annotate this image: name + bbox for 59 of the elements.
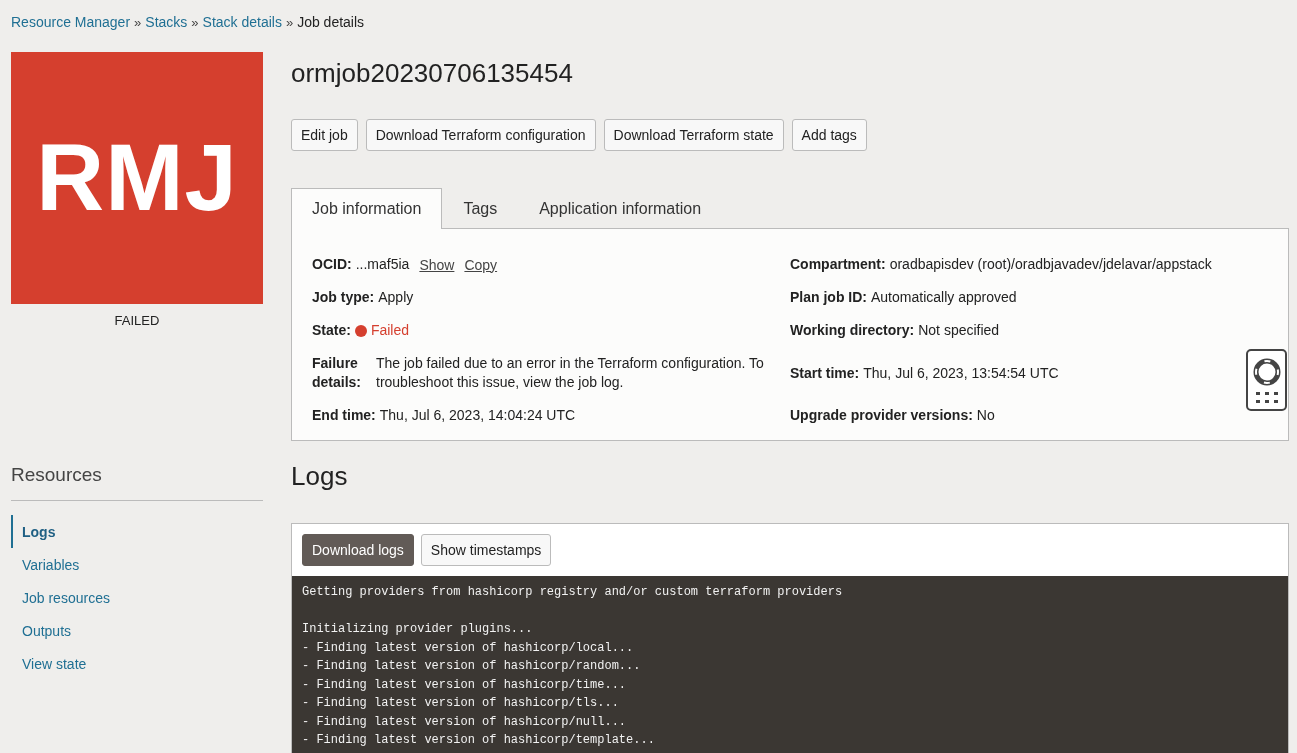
tab[interactable]: Job information: [291, 188, 443, 229]
field-value: Automatically approved: [871, 288, 1017, 307]
field-label: Job type:: [312, 288, 375, 307]
field-value: ...maf5ia: [355, 255, 410, 274]
breadcrumb-separator: »: [285, 14, 294, 30]
action-button[interactable]: Add tags: [791, 119, 867, 151]
tab[interactable]: Tags: [442, 188, 519, 229]
field-value: oradbapisdev (root)/oradbjavadev/jdelavar/appstack: [889, 255, 1212, 274]
breadcrumb-link[interactable]: Resource Manager: [11, 14, 131, 30]
log-line: - Finding latest version of hashicorp/template...: [302, 732, 656, 749]
field-value: No: [976, 406, 995, 425]
field-label: OCID:: [312, 255, 352, 274]
field-label: Failure details:: [312, 354, 362, 392]
log-line: Getting providers from hashicorp registry and/or custom terraform providers: [302, 584, 844, 601]
lifebuoy-icon: [1251, 356, 1282, 387]
log-line: Initializing provider plugins...: [302, 621, 534, 638]
log-line: - Finding latest version of hashicorp/tls...: [302, 695, 620, 712]
field-label: End time:: [312, 406, 376, 425]
field-label: Compartment:: [790, 255, 886, 274]
ocid-link[interactable]: Copy: [464, 256, 498, 273]
log-line: - Finding latest version of hashicorp/null...: [302, 713, 628, 731]
breadcrumb-separator: »: [134, 14, 142, 30]
breadcrumb-separator: »: [191, 14, 199, 30]
field-label: State:: [312, 321, 351, 340]
field-value: Thu, Jul 6, 2023, 14:04:24 UTC: [379, 406, 576, 425]
resource-nav-item[interactable]: Logs: [11, 515, 263, 548]
help-widget[interactable]: [1246, 349, 1287, 411]
field-label: Start time:: [790, 363, 860, 383]
tab[interactable]: Application information: [518, 188, 723, 229]
field-value: Apply: [378, 288, 414, 307]
grid-icon: [1255, 391, 1278, 404]
job-title: ormjob20230706135454: [291, 58, 574, 90]
log-button[interactable]: Download logs: [302, 534, 414, 566]
resource-nav-item[interactable]: Job resources: [11, 581, 263, 614]
field-value: Not specified: [918, 321, 1000, 340]
resources-heading: Resources: [11, 464, 263, 501]
field-value: The job failed due to an error in the Terraform configuration. To troubleshoot this issue, view the job log.: [376, 354, 765, 392]
log-button[interactable]: Show timestamps: [420, 534, 552, 566]
breadcrumb-link[interactable]: Stack details: [202, 14, 282, 30]
resource-nav-item[interactable]: Outputs: [11, 614, 263, 647]
field-label: Working directory:: [790, 321, 915, 340]
log-line: - Finding latest version of hashicorp/local...: [302, 639, 635, 657]
action-button[interactable]: Edit job: [291, 119, 358, 151]
field-label: Upgrade provider versions:: [790, 406, 973, 425]
job-status: FAILED: [113, 313, 161, 328]
job-badge: RMJ: [11, 52, 263, 304]
field-value: Thu, Jul 6, 2023, 13:54:54 UTC: [863, 363, 1059, 383]
resource-nav-item[interactable]: View state: [11, 647, 263, 680]
logs-heading: Logs: [291, 461, 349, 493]
action-button[interactable]: Download Terraform state: [603, 119, 784, 151]
log-line: - Finding latest version of hashicorp/time...: [302, 676, 628, 694]
breadcrumb-link[interactable]: Stacks: [145, 14, 188, 30]
action-button[interactable]: Download Terraform configuration: [365, 119, 596, 151]
log-line: - Finding latest version of hashicorp/random...: [302, 658, 642, 675]
field-label: Plan job ID:: [790, 288, 867, 307]
field-value: Failed: [370, 321, 410, 340]
ocid-link[interactable]: Show: [419, 256, 455, 273]
breadcrumb-current: Job details: [297, 14, 365, 30]
resource-nav-item[interactable]: Variables: [11, 548, 263, 581]
